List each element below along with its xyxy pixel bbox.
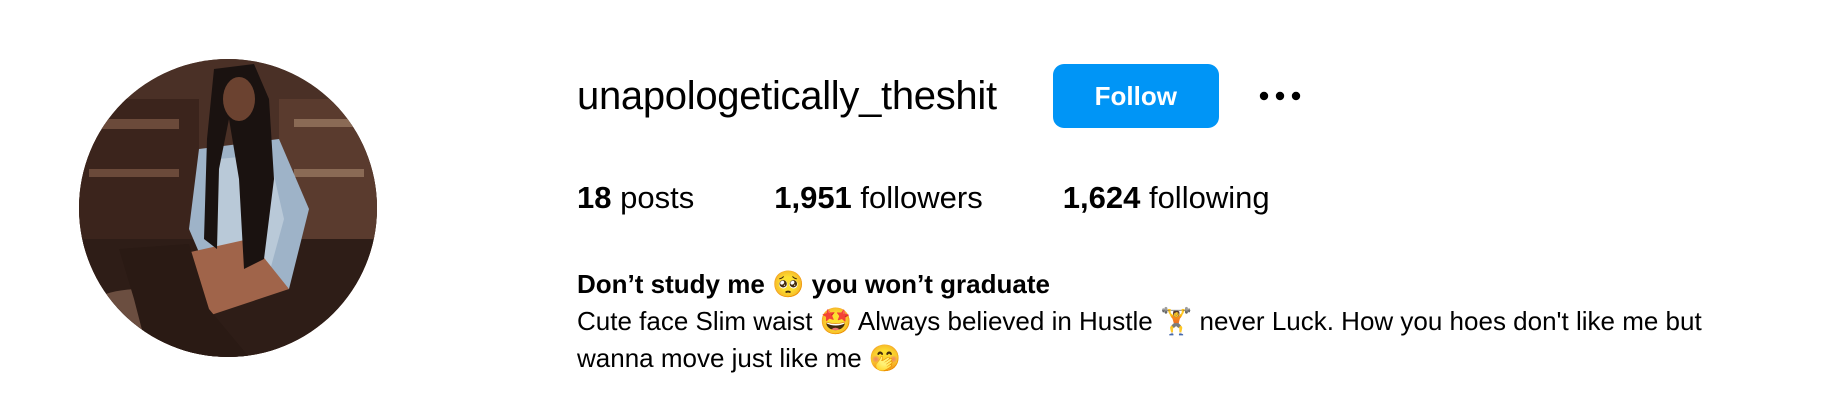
followers-count: 1,951 (774, 180, 852, 215)
more-options-icon[interactable] (1255, 76, 1305, 116)
profile-header: unapologetically_theshit Follow 18 posts… (0, 0, 1824, 406)
following-count: 1,624 (1062, 180, 1141, 215)
weightlifter-emoji-icon: 🏋 (1159, 307, 1193, 337)
bio-name-text-1: Don’t study me (577, 269, 773, 299)
profile-stats: 18 posts 1,951 followers 1,624 following (577, 178, 1777, 218)
bio-name-text-2: you won’t graduate (804, 269, 1050, 299)
pleading-face-emoji-icon: 🥺 (772, 270, 805, 300)
stat-posts: 18 posts (577, 180, 694, 216)
following-label: following (1148, 180, 1270, 215)
hand-over-mouth-emoji-icon: 🤭 (868, 344, 902, 374)
profile-avatar[interactable] (79, 59, 377, 357)
bio-text-1: Cute face Slim waist (577, 306, 820, 336)
stat-following[interactable]: 1,624 following (1063, 180, 1270, 216)
posts-count: 18 (577, 180, 612, 215)
posts-label: posts (620, 180, 695, 215)
username: unapologetically_theshit (577, 73, 997, 118)
star-struck-emoji-icon: 🤩 (819, 307, 853, 337)
stat-followers[interactable]: 1,951 followers (774, 180, 983, 216)
bio-name: Don’t study me 🥺 you won’t graduate (577, 266, 1777, 303)
profile-info: unapologetically_theshit Follow 18 posts… (577, 64, 1777, 377)
bio-text-2: Always believed in Hustle (852, 306, 1160, 336)
followers-label: followers (860, 180, 983, 215)
profile-top-row: unapologetically_theshit Follow (577, 64, 1777, 128)
avatar-image (79, 59, 377, 357)
bio-text: Cute face Slim waist 🤩 Always believed i… (577, 303, 1777, 377)
follow-button[interactable]: Follow (1052, 64, 1219, 128)
profile-bio: Don’t study me 🥺 you won’t graduate Cute… (577, 266, 1777, 377)
